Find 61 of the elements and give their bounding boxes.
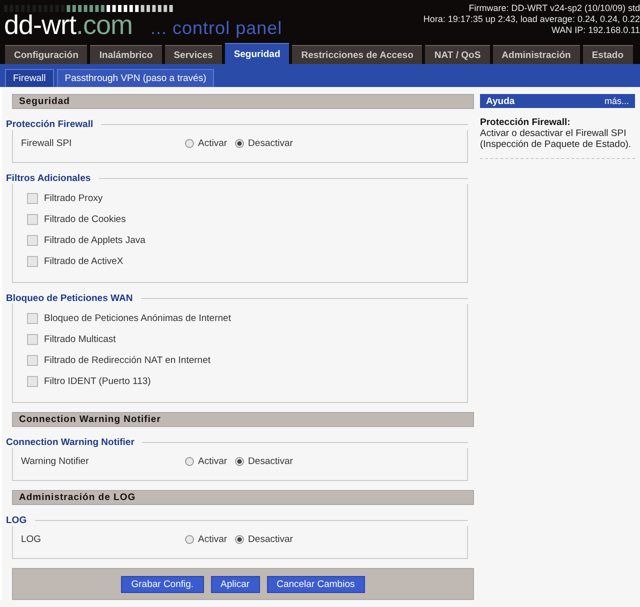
router-info: Firmware: DD-WRT v24-sp2 (10/10/09) std — [468, 3, 640, 14]
radio-button[interactable] — [185, 456, 194, 466]
checkbox[interactable] — [27, 235, 38, 246]
checkbox[interactable] — [27, 334, 38, 345]
fieldset-legend: Bloqueo de Peticiones WAN — [6, 292, 133, 304]
checkbox[interactable] — [27, 313, 38, 324]
fieldset-legend: Protección Firewall — [6, 118, 94, 130]
setting-label: LOG — [21, 534, 42, 544]
help-heading: Protección Firewall: — [480, 117, 572, 128]
logo-text: dd-wrt.com — [4, 10, 133, 40]
radio-button[interactable] — [235, 534, 244, 544]
checkbox[interactable] — [27, 355, 38, 366]
help-title: Ayuda — [486, 96, 515, 106]
sub-tab[interactable]: Firewall — [5, 69, 54, 87]
section-heading: Administración de LOG — [12, 490, 474, 505]
form-button[interactable]: Grabar Config. — [121, 576, 204, 592]
fieldset-legend: Connection Warning Notifier — [6, 436, 134, 448]
nav-tab[interactable]: NAT / QoS — [425, 45, 490, 64]
radio-label: Activar — [198, 534, 228, 544]
nav-tab[interactable]: Restricciones de Acceso — [292, 45, 422, 64]
checkbox-label: Filtrado de Cookies — [44, 214, 126, 225]
router-info: Hora: 19:17:35 up 2:43, load average: 0.24, 0.24, 0.22 — [423, 14, 640, 25]
nav-tab[interactable]: Estado — [582, 45, 633, 64]
form-button[interactable]: Aplicar — [210, 576, 260, 592]
nav-tab[interactable]: Administración — [492, 45, 580, 64]
fieldset-legend: LOG — [6, 514, 27, 526]
nav-tab[interactable]: Services — [164, 45, 222, 64]
sub-tab[interactable]: Passthrough VPN (paso a través) — [56, 69, 214, 87]
panel-subtitle: ... control panel — [150, 18, 282, 39]
nav-tab[interactable]: Configuración — [5, 45, 88, 64]
checkbox-label: Bloqueo de Peticiones Anónimas de Internet — [44, 313, 231, 324]
checkbox-label: Filtrado de Applets Java — [44, 235, 146, 246]
checkbox[interactable] — [27, 214, 38, 225]
radio-label: Activar — [198, 456, 228, 466]
radio-label: Desactivar — [248, 456, 293, 466]
radio-label: Desactivar — [248, 138, 293, 148]
checkbox-label: Filtrado Multicast — [44, 334, 116, 345]
checkbox[interactable] — [27, 256, 38, 267]
checkbox-label: Filtrado de ActiveX — [44, 256, 124, 267]
form-button[interactable]: Cancelar Cambios — [266, 576, 365, 592]
checkbox[interactable] — [27, 193, 38, 204]
router-info: WAN IP: 192.168.0.11 — [550, 25, 640, 36]
checkbox[interactable] — [27, 376, 38, 387]
nav-tab[interactable]: Inalámbrico — [90, 45, 162, 64]
radio-button[interactable] — [185, 534, 194, 544]
nav-tab[interactable]: Seguridad — [224, 43, 290, 64]
setting-label: Warning Notifier — [21, 456, 90, 466]
checkbox-label: Filtrado Proxy — [44, 193, 103, 204]
section-heading: Seguridad — [12, 94, 474, 109]
section-heading: Connection Warning Notifier — [12, 412, 474, 427]
radio-label: Desactivar — [248, 534, 293, 544]
checkbox-label: Filtro IDENT (Puerto 113) — [44, 376, 151, 387]
help-text: Activar o desactivar el Firewall SPI (Inspección de Paquete de Estado). — [480, 128, 635, 159]
radio-button[interactable] — [185, 138, 194, 148]
radio-label: Activar — [198, 138, 228, 148]
radio-button[interactable] — [235, 138, 244, 148]
more-link[interactable]: más... — [604, 96, 629, 106]
radio-button[interactable] — [235, 456, 244, 466]
fieldset-legend: Filtros Adicionales — [6, 172, 91, 184]
setting-label: Firewall SPI — [21, 138, 73, 148]
checkbox-label: Filtrado de Redirección NAT en Internet — [44, 355, 211, 366]
